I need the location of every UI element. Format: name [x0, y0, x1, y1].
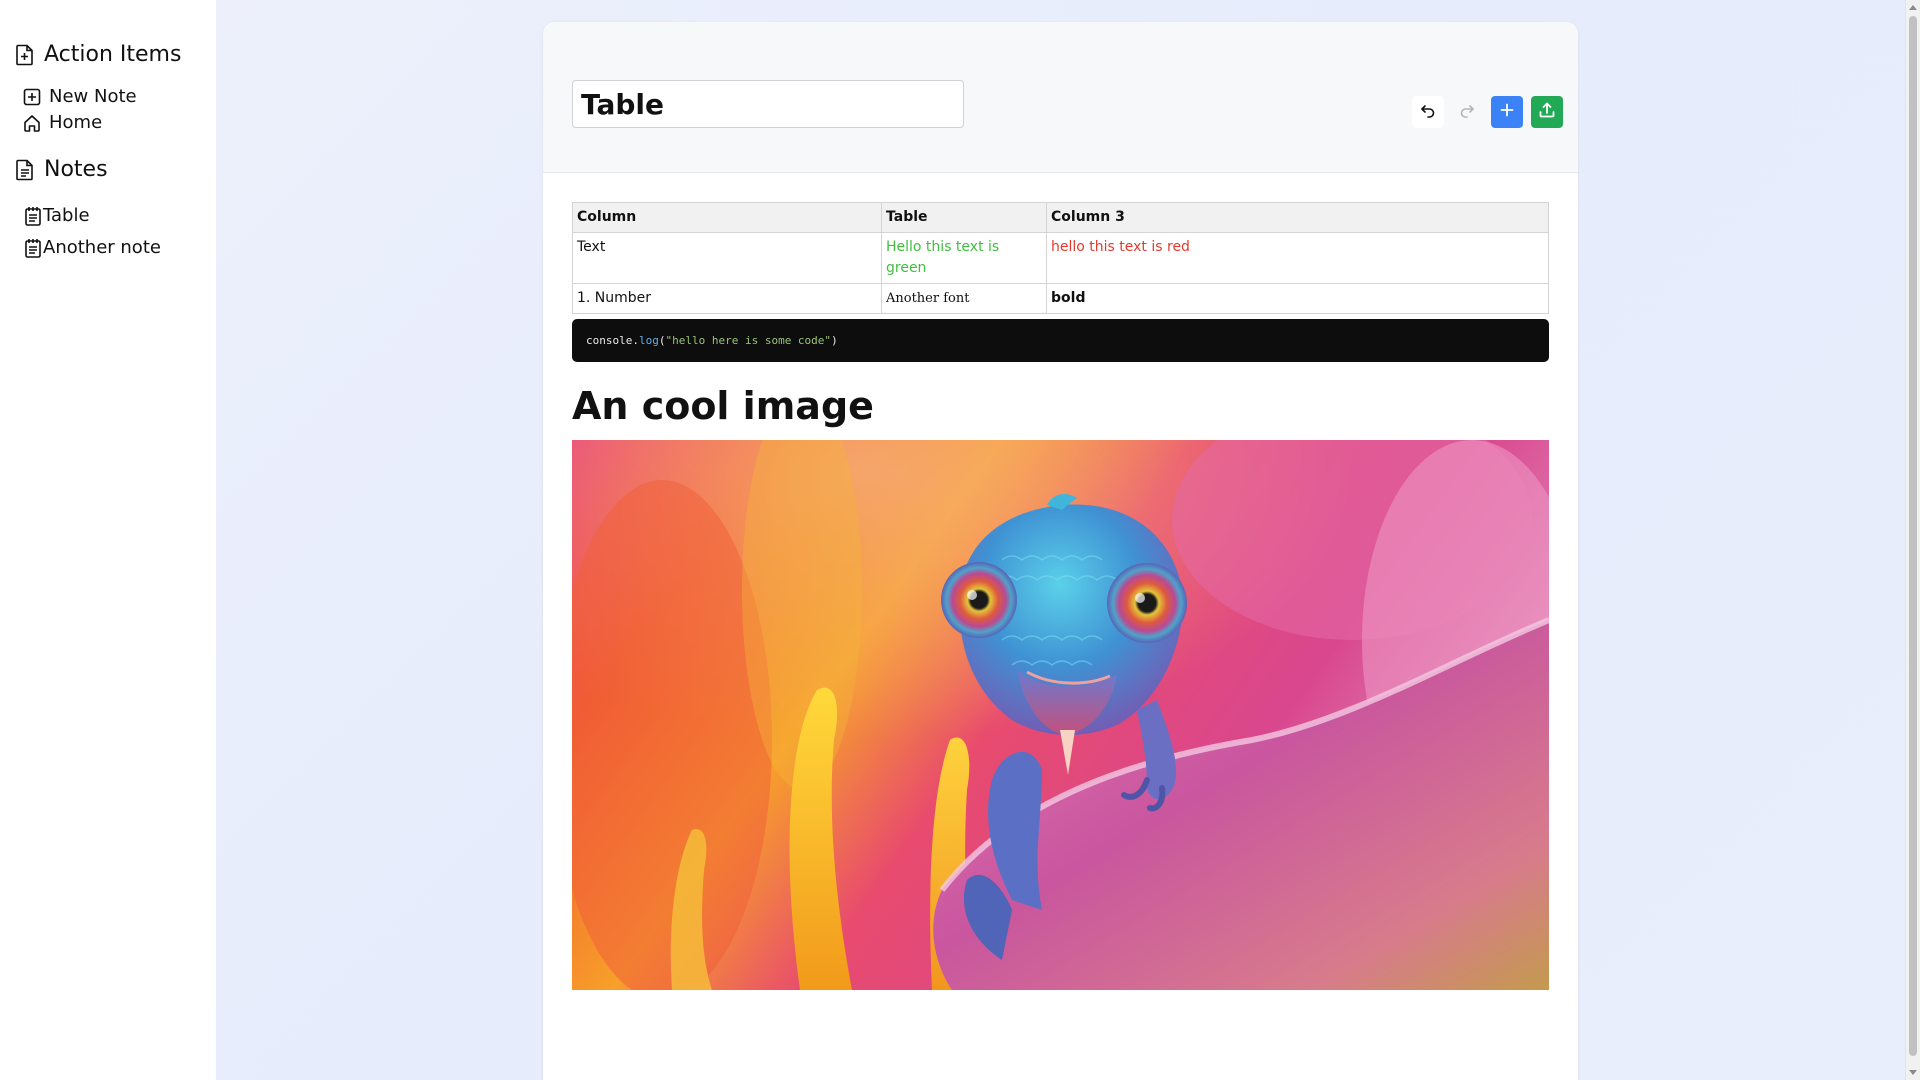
- redo-button[interactable]: [1451, 96, 1483, 128]
- sidebar-item-label: Another note: [43, 237, 161, 258]
- sidebar-item-table[interactable]: Table: [24, 205, 90, 226]
- undo-button[interactable]: [1412, 96, 1444, 128]
- file-plus-icon: [15, 44, 35, 66]
- notes-label: Notes: [44, 157, 108, 182]
- note-table: Column Table Column 3 Text Hello this te…: [572, 202, 1549, 314]
- chameleon-image: [572, 440, 1549, 990]
- sidebar-item-label: Home: [49, 112, 103, 133]
- sidebar: Action Items New Note Home Notes Table A…: [0, 0, 216, 1080]
- editor-header: [543, 22, 1578, 173]
- scroll-down-icon[interactable]: [1909, 1070, 1917, 1075]
- sidebar-item-label: New Note: [49, 86, 137, 107]
- table-row: Text Hello this text is green hello this…: [572, 232, 1549, 284]
- serif-font-cell[interactable]: Another font: [881, 283, 1047, 314]
- image-heading: An cool image: [572, 384, 874, 428]
- home-icon: [23, 114, 41, 132]
- undo-icon: [1420, 102, 1436, 122]
- table-row: 1. Number Another font bold: [572, 283, 1549, 314]
- code-function: log: [638, 334, 659, 347]
- file-text-icon: [15, 159, 35, 181]
- upload-icon: [1538, 101, 1556, 123]
- sidebar-item-new-note[interactable]: New Note: [23, 86, 137, 107]
- table-cell[interactable]: Text: [572, 232, 882, 284]
- table-cell[interactable]: 1. Number: [572, 283, 882, 314]
- add-button[interactable]: [1491, 96, 1523, 128]
- page-scrollbar[interactable]: [1905, 0, 1920, 1080]
- plus-icon: [1499, 102, 1515, 122]
- code-object: console: [586, 334, 633, 347]
- notepad-icon: [24, 238, 42, 258]
- code-string: "hello here is some code": [665, 334, 832, 347]
- sidebar-item-another-note[interactable]: Another note: [24, 237, 161, 258]
- green-text-cell[interactable]: Hello this text is green: [881, 232, 1047, 284]
- code-block[interactable]: console. log("hello here is some code"): [572, 319, 1549, 362]
- table-header-cell[interactable]: Column 3: [1046, 202, 1549, 233]
- export-button[interactable]: [1531, 96, 1563, 128]
- sidebar-item-home[interactable]: Home: [23, 112, 102, 133]
- scrollbar-thumb[interactable]: [1909, 16, 1917, 1056]
- table-header-cell[interactable]: Column: [572, 202, 882, 233]
- scroll-up-icon[interactable]: [1909, 5, 1917, 10]
- sidebar-item-label: Table: [43, 205, 90, 226]
- bold-text-cell[interactable]: bold: [1046, 283, 1549, 314]
- table-header-row: Column Table Column 3: [572, 202, 1549, 233]
- action-items-label: Action Items: [44, 42, 182, 67]
- note-title-input[interactable]: [572, 80, 964, 128]
- redo-icon: [1459, 102, 1475, 122]
- table-header-cell[interactable]: Table: [881, 202, 1047, 233]
- notes-heading: Notes: [15, 157, 108, 182]
- action-items-heading: Action Items: [15, 42, 181, 67]
- red-text-cell[interactable]: hello this text is red: [1046, 232, 1549, 284]
- notepad-icon: [24, 206, 42, 226]
- square-plus-icon: [23, 88, 41, 106]
- note-editor-card: Column Table Column 3 Text Hello this te…: [543, 22, 1578, 1080]
